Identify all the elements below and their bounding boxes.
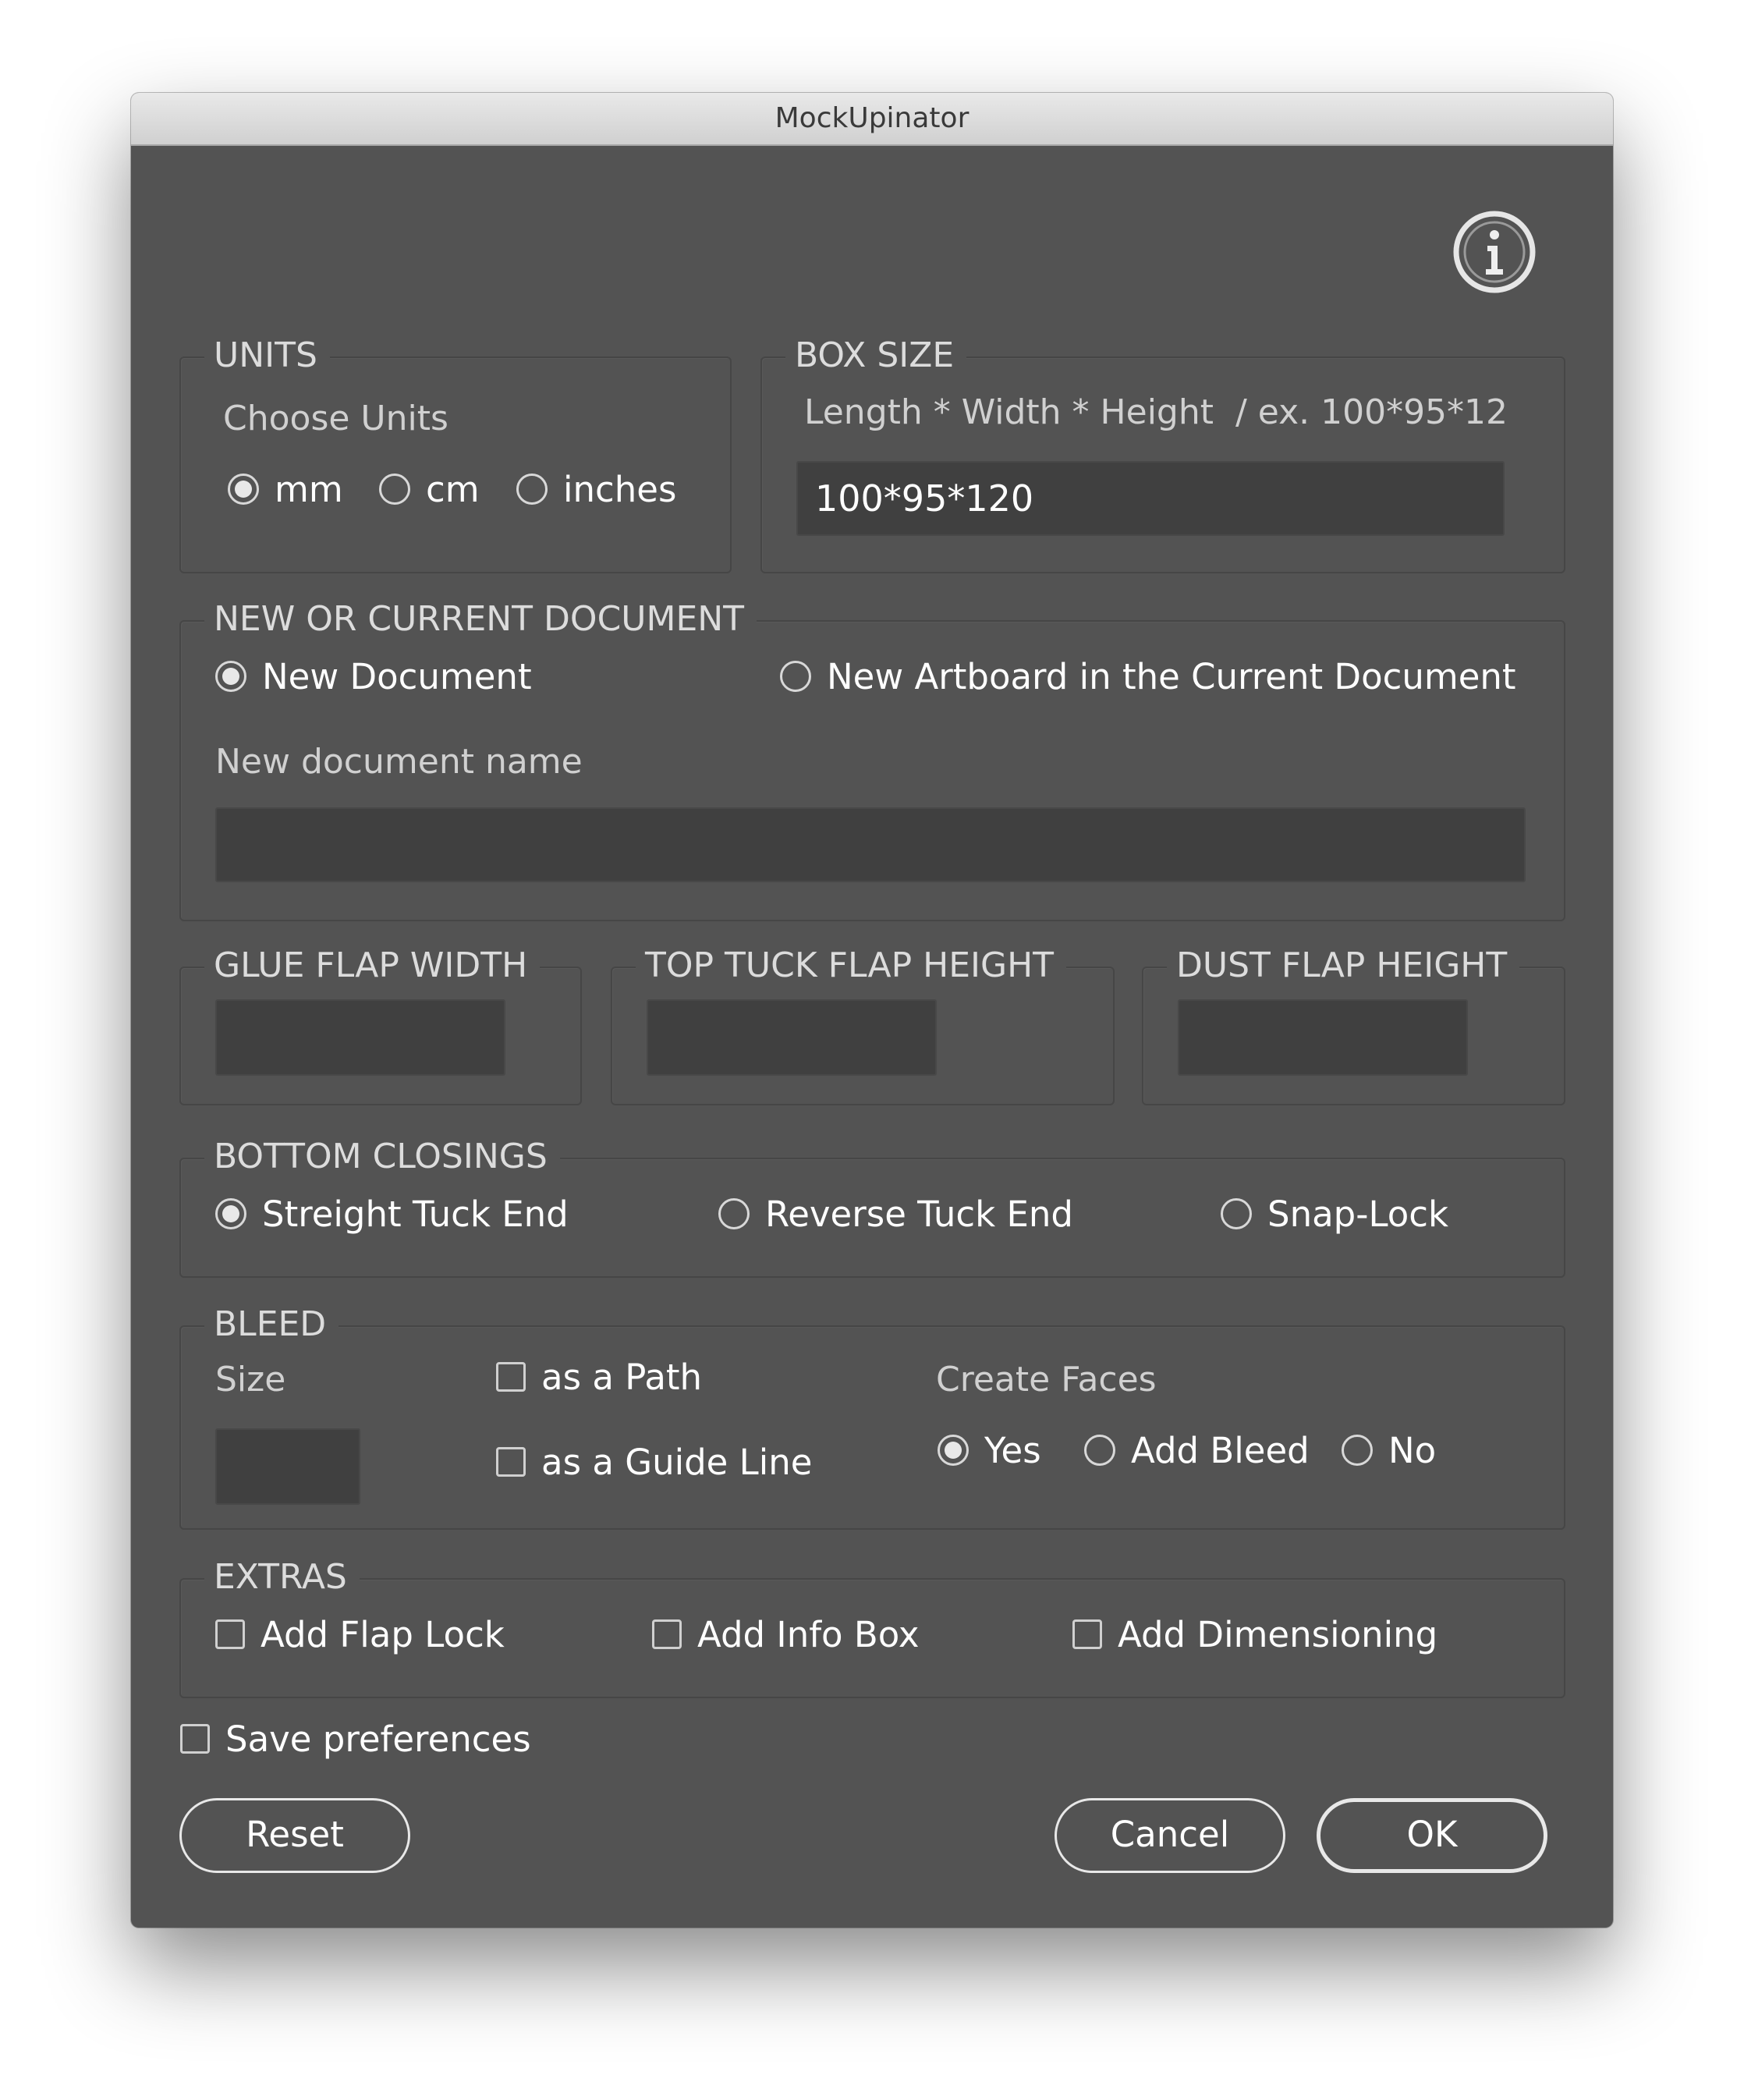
radio-selected-icon <box>215 1198 246 1229</box>
add-info-box-label: Add Info Box <box>697 1613 920 1655</box>
faces-yes-radio[interactable]: Yes <box>938 1427 1041 1474</box>
snap-lock-radio[interactable]: Snap-Lock <box>1221 1190 1448 1237</box>
new-artboard-radio[interactable]: New Artboard in the Current Document <box>780 653 1516 700</box>
top-tuck-flap-legend: TOP TUCK FLAP HEIGHT <box>636 942 1067 990</box>
bottom-closings-group: BOTTOM CLOSINGS Streight Tuck End Revers… <box>179 1133 1565 1278</box>
bleed-group: BLEED Size as a Path as a Guide Line Cre… <box>179 1300 1565 1530</box>
units-group: UNITS Choose Units mm cm inches <box>179 332 732 573</box>
straight-tuck-radio[interactable]: Streight Tuck End <box>215 1190 569 1237</box>
reverse-tuck-radio[interactable]: Reverse Tuck End <box>718 1190 1073 1237</box>
choose-units-label: Choose Units <box>223 399 448 438</box>
units-radio-inches-label: inches <box>563 468 677 510</box>
bleed-size-label: Size <box>215 1360 286 1399</box>
cancel-button[interactable]: Cancel <box>1055 1798 1285 1873</box>
radio-empty-icon <box>1084 1435 1115 1466</box>
bleed-legend: BLEED <box>204 1300 339 1349</box>
bleed-as-guide-checkbox[interactable]: as a Guide Line <box>496 1438 812 1485</box>
add-flap-lock-label: Add Flap Lock <box>261 1613 505 1655</box>
checkbox-empty-icon <box>496 1447 526 1477</box>
radio-empty-icon <box>780 661 811 692</box>
dust-flap-group: DUST FLAP HEIGHT <box>1142 942 1565 1105</box>
box-size-group: BOX SIZE Length * Width * Height / ex. 1… <box>760 332 1565 573</box>
radio-empty-icon <box>1342 1435 1373 1466</box>
extras-legend: EXTRAS <box>204 1553 360 1602</box>
glue-flap-input[interactable] <box>215 999 505 1076</box>
add-dimensioning-checkbox[interactable]: Add Dimensioning <box>1072 1611 1437 1658</box>
snap-lock-radio-label: Snap-Lock <box>1267 1193 1449 1235</box>
faces-yes-label: Yes <box>984 1429 1041 1471</box>
add-info-box-checkbox[interactable]: Add Info Box <box>652 1611 920 1658</box>
faces-no-radio[interactable]: No <box>1342 1427 1436 1474</box>
info-icon[interactable] <box>1452 210 1537 294</box>
radio-empty-icon <box>379 474 410 505</box>
dust-flap-legend: DUST FLAP HEIGHT <box>1167 942 1520 990</box>
bleed-as-guide-label: as a Guide Line <box>541 1441 813 1483</box>
units-radio-inches[interactable]: inches <box>516 466 676 513</box>
checkbox-empty-icon <box>180 1724 210 1754</box>
bottom-closings-legend: BOTTOM CLOSINGS <box>204 1133 560 1181</box>
units-radio-mm[interactable]: mm <box>228 466 343 513</box>
radio-selected-icon <box>228 474 259 505</box>
faces-add-bleed-radio[interactable]: Add Bleed <box>1084 1427 1310 1474</box>
units-radio-mm-label: mm <box>275 468 343 510</box>
save-preferences-label: Save preferences <box>225 1718 531 1760</box>
document-name-input[interactable] <box>215 807 1526 882</box>
faces-add-bleed-label: Add Bleed <box>1131 1429 1310 1471</box>
units-legend: UNITS <box>204 332 330 380</box>
checkbox-empty-icon <box>1072 1619 1102 1649</box>
glue-flap-legend: GLUE FLAP WIDTH <box>204 942 541 990</box>
straight-tuck-radio-label: Streight Tuck End <box>262 1193 569 1235</box>
top-tuck-flap-group: TOP TUCK FLAP HEIGHT <box>611 942 1115 1105</box>
dialog-window: MockUpinator UNITS Choose Units mm cm in… <box>131 93 1613 1928</box>
save-preferences-checkbox[interactable]: Save preferences <box>180 1715 531 1762</box>
reverse-tuck-radio-label: Reverse Tuck End <box>765 1193 1073 1235</box>
reset-button[interactable]: Reset <box>179 1798 410 1873</box>
extras-group: EXTRAS Add Flap Lock Add Info Box Add Di… <box>179 1553 1565 1698</box>
bleed-as-path-label: as a Path <box>541 1356 703 1398</box>
radio-empty-icon <box>1221 1198 1252 1229</box>
radio-empty-icon <box>718 1198 750 1229</box>
box-size-hint: Length * Width * Height / ex. 100*95*12 <box>804 392 1508 432</box>
checkbox-empty-icon <box>215 1619 245 1649</box>
checkbox-empty-icon <box>496 1362 526 1392</box>
create-faces-label: Create Faces <box>936 1360 1157 1399</box>
window-title: MockUpinator <box>131 93 1613 146</box>
new-document-radio[interactable]: New Document <box>215 653 532 700</box>
box-size-input[interactable] <box>796 461 1505 536</box>
checkbox-empty-icon <box>652 1619 682 1649</box>
units-radio-cm-label: cm <box>426 468 480 510</box>
dust-flap-input[interactable] <box>1178 999 1468 1076</box>
top-tuck-flap-input[interactable] <box>647 999 937 1076</box>
bleed-as-path-checkbox[interactable]: as a Path <box>496 1353 702 1400</box>
document-legend: NEW OR CURRENT DOCUMENT <box>204 595 757 644</box>
glue-flap-group: GLUE FLAP WIDTH <box>179 942 582 1105</box>
radio-empty-icon <box>516 474 548 505</box>
units-radio-cm[interactable]: cm <box>379 466 480 513</box>
add-flap-lock-checkbox[interactable]: Add Flap Lock <box>215 1611 505 1658</box>
new-document-radio-label: New Document <box>262 655 532 697</box>
document-name-label: New document name <box>215 742 583 782</box>
ok-button[interactable]: OK <box>1317 1798 1547 1873</box>
radio-selected-icon <box>938 1435 969 1466</box>
add-dimensioning-label: Add Dimensioning <box>1118 1613 1438 1655</box>
radio-selected-icon <box>215 661 246 692</box>
document-group: NEW OR CURRENT DOCUMENT New Document New… <box>179 595 1565 921</box>
faces-no-label: No <box>1388 1429 1437 1471</box>
new-artboard-radio-label: New Artboard in the Current Document <box>827 655 1516 697</box>
box-size-legend: BOX SIZE <box>785 332 967 380</box>
bleed-size-input[interactable] <box>215 1428 360 1505</box>
